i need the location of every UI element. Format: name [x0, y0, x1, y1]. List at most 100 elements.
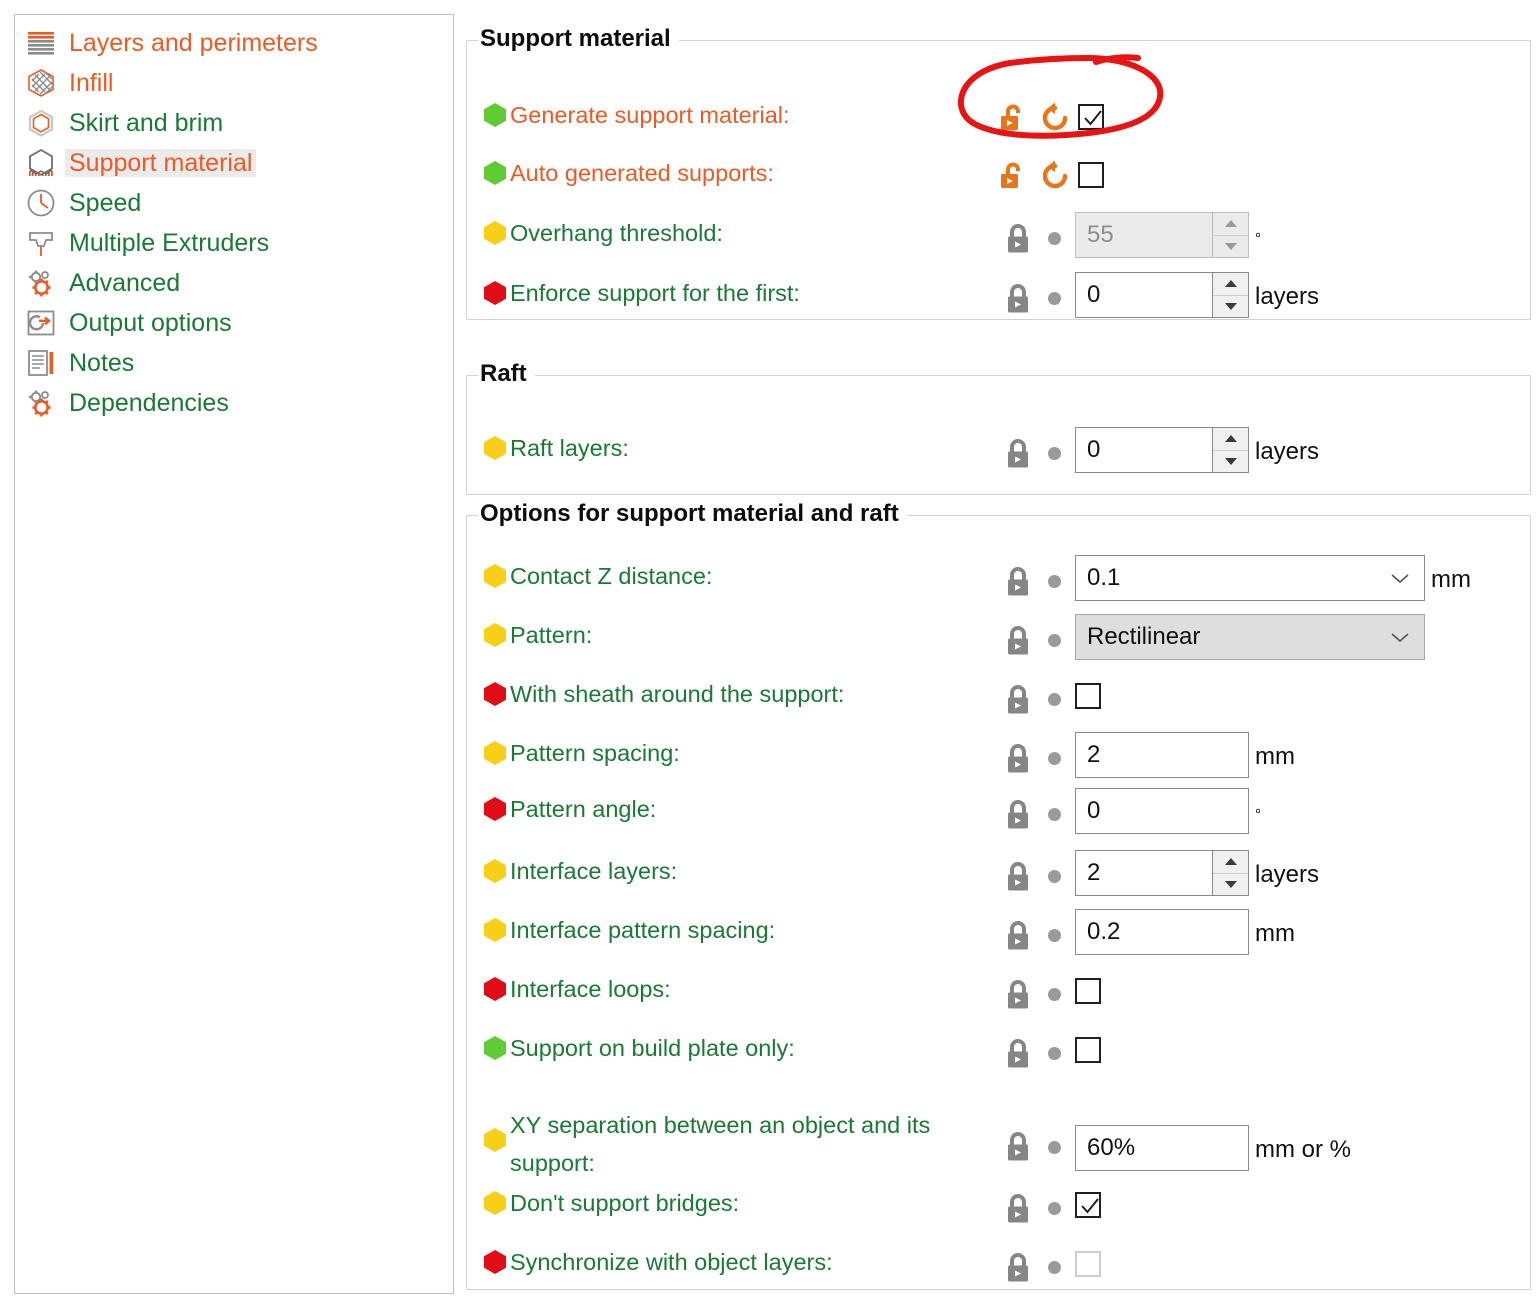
spinner-buttons[interactable] [1212, 428, 1248, 472]
level-indicator-yellow-icon [482, 1190, 508, 1216]
level-indicator-green-icon [482, 160, 508, 186]
setting-spinner-input[interactable]: 0 [1075, 272, 1249, 318]
setting-label: Pattern angle: [510, 796, 657, 822]
spinner-down-button[interactable] [1213, 873, 1248, 895]
spinner-up-button[interactable] [1213, 213, 1248, 236]
input-value: 0 [1087, 281, 1101, 308]
spinner-up-button[interactable] [1213, 273, 1248, 296]
sidebar-item-skirt-and-brim[interactable]: Skirt and brim [15, 103, 453, 143]
locked-padlock-icon[interactable] [1003, 623, 1033, 657]
setting-label: Raft layers: [510, 435, 629, 461]
sidebar-item-output-options[interactable]: Output options [15, 303, 453, 343]
locked-padlock-icon[interactable] [1003, 281, 1033, 315]
sidebar-item-infill[interactable]: Infill [15, 63, 453, 103]
setting-text-input[interactable]: 60% [1075, 1125, 1249, 1171]
sidebar-item-layers-and-perimeters[interactable]: Layers and perimeters [15, 23, 453, 63]
locked-padlock-icon[interactable] [1003, 1250, 1033, 1284]
revert-dot-icon[interactable] [1048, 1202, 1061, 1215]
revert-dot-icon[interactable] [1048, 693, 1061, 706]
revert-dot-icon[interactable] [1048, 292, 1061, 305]
revert-dot-icon[interactable] [1048, 447, 1061, 460]
revert-dot-icon[interactable] [1048, 1047, 1061, 1060]
locked-padlock-icon[interactable] [1003, 1129, 1033, 1163]
revert-dot-icon[interactable] [1048, 808, 1061, 821]
spinner-buttons[interactable] [1212, 273, 1248, 317]
setting-label: Enforce support for the first: [510, 280, 800, 306]
sidebar-item-label: Support material [65, 149, 257, 177]
setting-text-input[interactable]: 0 [1075, 788, 1249, 834]
spinner-down-button[interactable] [1213, 295, 1248, 317]
revert-dot-icon[interactable] [1048, 870, 1061, 883]
locked-padlock-icon[interactable] [1003, 564, 1033, 598]
speed-clock-icon [25, 187, 57, 219]
setting-checkbox[interactable] [1075, 1037, 1101, 1063]
revert-dot-icon[interactable] [1048, 1141, 1061, 1154]
revert-dot-icon[interactable] [1048, 232, 1061, 245]
reset-arrow-icon[interactable] [1038, 101, 1072, 135]
locked-padlock-icon[interactable] [1003, 741, 1033, 775]
level-indicator-yellow-icon [482, 858, 508, 884]
reset-arrow-icon[interactable] [1038, 159, 1072, 193]
spinner-buttons[interactable] [1212, 851, 1248, 895]
unit-label: mm [1255, 920, 1295, 947]
setting-checkbox[interactable] [1075, 683, 1101, 709]
input-value: 60% [1087, 1134, 1136, 1161]
setting-label: Don't support bridges: [510, 1190, 740, 1216]
level-indicator-red-icon [482, 976, 508, 1002]
sidebar-item-speed[interactable]: Speed [15, 183, 453, 223]
revert-dot-icon[interactable] [1048, 575, 1061, 588]
setting-label: Contact Z distance: [510, 563, 713, 589]
locked-padlock-icon[interactable] [1003, 682, 1033, 716]
revert-dot-icon[interactable] [1048, 1261, 1061, 1274]
setting-checkbox[interactable] [1078, 104, 1104, 130]
setting-label: Interface pattern spacing: [510, 917, 776, 943]
unlocked-padlock-icon[interactable] [995, 100, 1031, 136]
sidebar-item-support-material[interactable]: Support material [15, 143, 453, 183]
setting-checkbox[interactable] [1075, 978, 1101, 1004]
spinner-buttons[interactable] [1212, 213, 1248, 257]
setting-dropdown[interactable]: Rectilinear [1075, 614, 1425, 660]
setting-spinner-input[interactable]: 0 [1075, 427, 1249, 473]
revert-dot-icon[interactable] [1048, 752, 1061, 765]
extruder-icon [25, 227, 57, 259]
input-value: 0 [1087, 436, 1101, 463]
spinner-down-button[interactable] [1213, 235, 1248, 257]
setting-label: XY separation between an object and its … [510, 1112, 931, 1176]
setting-checkbox[interactable] [1075, 1251, 1101, 1277]
sidebar-item-notes[interactable]: Notes [15, 343, 453, 383]
locked-padlock-icon[interactable] [1003, 859, 1033, 893]
setting-checkbox[interactable] [1078, 162, 1104, 188]
locked-padlock-icon[interactable] [1003, 1191, 1033, 1225]
locked-padlock-icon[interactable] [1003, 1036, 1033, 1070]
setting-checkbox[interactable] [1075, 1192, 1101, 1218]
setting-text-input[interactable]: 0.2 [1075, 909, 1249, 955]
sidebar-item-advanced[interactable]: Advanced [15, 263, 453, 303]
unit-label: layers [1255, 861, 1320, 888]
setting-spinner-input[interactable]: 2 [1075, 850, 1249, 896]
setting-label: Overhang threshold: [510, 220, 723, 246]
setting-label: Support on build plate only: [510, 1035, 795, 1061]
level-indicator-green-icon [482, 102, 508, 128]
setting-dropdown[interactable]: 0.1 [1075, 555, 1425, 601]
unlocked-padlock-icon[interactable] [995, 158, 1031, 194]
sidebar-item-multiple-extruders[interactable]: Multiple Extruders [15, 223, 453, 263]
locked-padlock-icon[interactable] [1003, 918, 1033, 952]
revert-dot-icon[interactable] [1048, 929, 1061, 942]
locked-padlock-icon[interactable] [1003, 977, 1033, 1011]
setting-spinner-input[interactable]: 55 [1075, 212, 1249, 258]
revert-dot-icon[interactable] [1048, 634, 1061, 647]
locked-padlock-icon[interactable] [1003, 221, 1033, 255]
level-indicator-yellow-icon [482, 1127, 508, 1153]
sidebar-item-dependencies[interactable]: Dependencies [15, 383, 453, 423]
sidebar-item-label: Output options [69, 309, 232, 337]
unit-label: layers [1255, 438, 1320, 465]
setting-text-input[interactable]: 2 [1075, 732, 1249, 778]
spinner-down-button[interactable] [1213, 450, 1248, 472]
revert-dot-icon[interactable] [1048, 988, 1061, 1001]
locked-padlock-icon[interactable] [1003, 797, 1033, 831]
spinner-up-button[interactable] [1213, 851, 1248, 874]
notes-document-icon [25, 347, 57, 379]
spinner-up-button[interactable] [1213, 428, 1248, 451]
locked-padlock-icon[interactable] [1003, 436, 1033, 470]
sidebar-item-label: Dependencies [69, 389, 229, 417]
